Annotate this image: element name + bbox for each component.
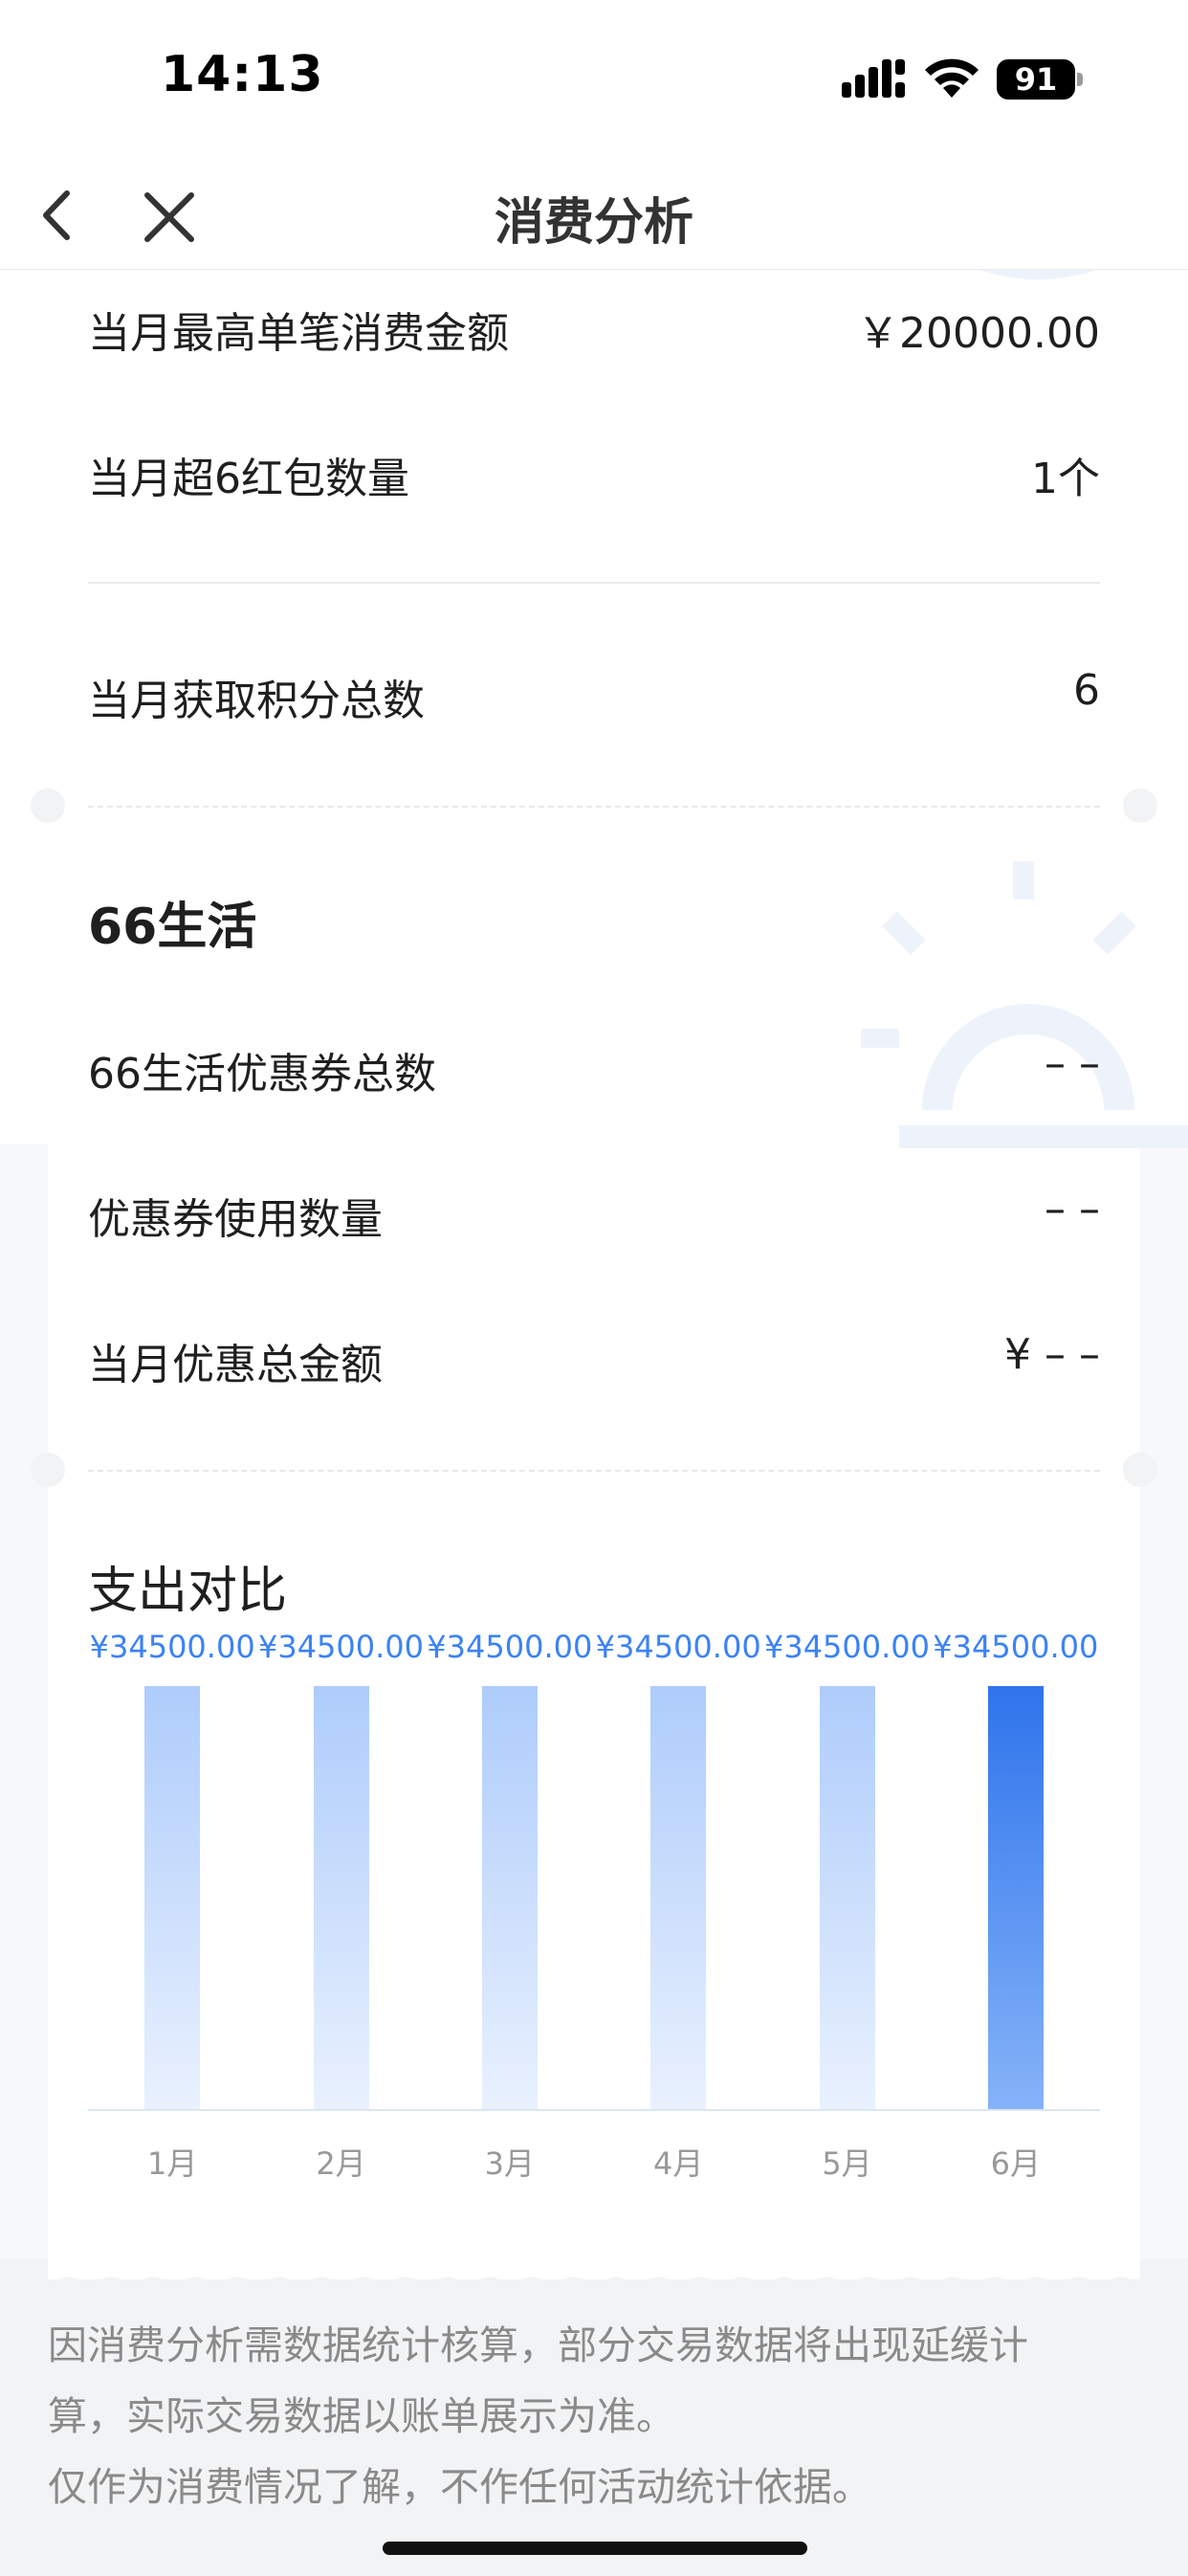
stat-row-red-packets: 当月超6红包数量 1个	[88, 444, 1100, 511]
chart-x-axis	[88, 2109, 1100, 2111]
battery-tip	[1077, 73, 1083, 86]
life-value: ¥ – –	[1004, 1330, 1100, 1379]
battery-level: 91	[1014, 61, 1058, 98]
life-row-coupon-total: 66生活优惠券总数 – –	[88, 1039, 1100, 1106]
chart-title: 支出对比	[88, 1563, 288, 1620]
status-time: 14:13	[161, 46, 324, 103]
battery-icon: 91	[997, 59, 1075, 100]
stat-label: 当月获取积分总数	[88, 677, 425, 725]
stat-label: 当月超6红包数量	[88, 455, 409, 503]
signal-icon	[842, 59, 905, 98]
divider	[88, 582, 1100, 584]
section-title-66life: 66生活	[88, 899, 257, 956]
close-icon[interactable]	[142, 189, 197, 245]
life-label: 66生活优惠券总数	[88, 1050, 436, 1099]
back-icon[interactable]	[34, 186, 78, 245]
card-notch-left	[31, 1453, 65, 1487]
stat-row-max-single: 当月最高单笔消费金额 ￥20000.00	[88, 299, 1100, 366]
card-notch-left	[31, 788, 65, 823]
life-label: 当月优惠总金额	[88, 1341, 383, 1389]
stat-value: ￥20000.00	[857, 309, 1100, 358]
life-value: – –	[1045, 1185, 1100, 1233]
footer-note: 因消费分析需数据统计核算，部分交易数据将出现延缓计 算，实际交易数据以账单展示为…	[48, 2310, 1129, 2522]
stat-row-points: 当月获取积分总数 6	[88, 666, 1100, 733]
footer-line: 算，实际交易数据以账单展示为准。	[48, 2393, 675, 2439]
status-bar: 14:13 91	[0, 0, 1188, 161]
stat-value: 1个	[1031, 455, 1100, 503]
wifi-icon	[925, 58, 979, 98]
home-indicator	[383, 2542, 807, 2555]
stat-value: 6	[1073, 666, 1100, 715]
life-row-discount-amount: 当月优惠总金额 ¥ – –	[88, 1330, 1100, 1397]
footer-line: 仅作为消费情况了解，不作任何活动统计依据。	[48, 2464, 871, 2510]
life-value: – –	[1045, 1039, 1100, 1088]
footer-line: 因消费分析需数据统计核算，部分交易数据将出现延缓计	[48, 2322, 1028, 2368]
dashed-divider	[88, 1470, 1100, 1472]
stat-label: 当月最高单笔消费金额	[88, 309, 509, 358]
analysis-card	[48, 270, 1140, 2279]
life-row-coupon-used: 优惠券使用数量 – –	[88, 1185, 1100, 1252]
card-notch-right	[1123, 788, 1157, 823]
card-scallop-edge	[48, 2256, 1140, 2295]
card-notch-right	[1123, 1453, 1157, 1487]
life-label: 优惠券使用数量	[88, 1195, 383, 1244]
nav-bar: 消费分析	[0, 161, 1188, 270]
dashed-divider	[88, 806, 1100, 808]
